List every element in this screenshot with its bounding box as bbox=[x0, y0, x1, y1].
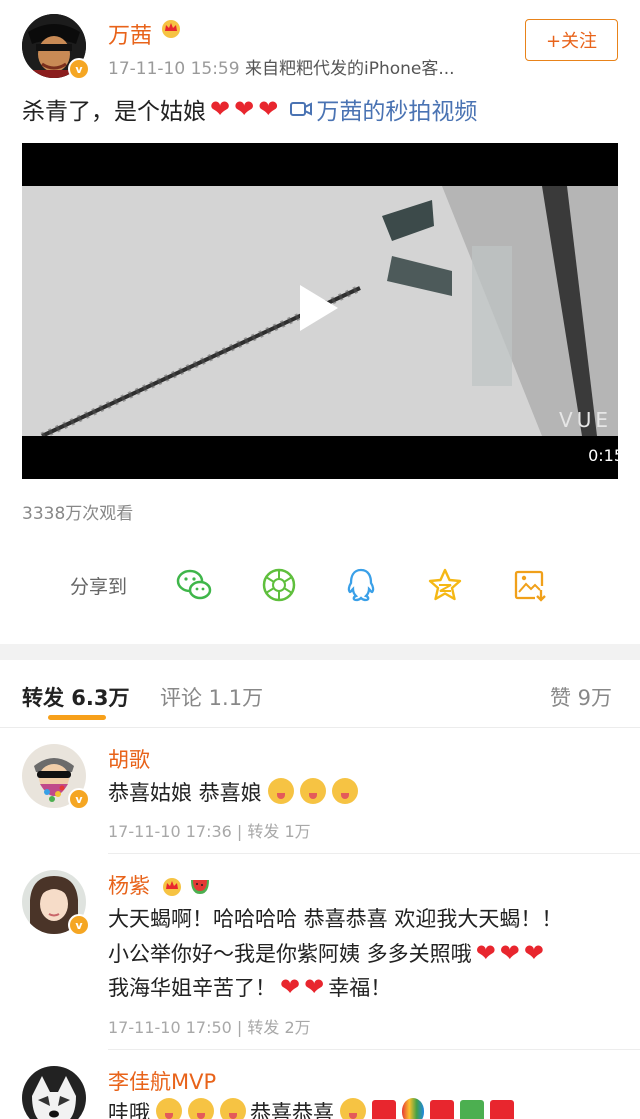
verified-badge-icon: v bbox=[68, 788, 90, 810]
gift-icon bbox=[460, 1100, 484, 1119]
user-avatar[interactable] bbox=[22, 1066, 86, 1119]
qzone-icon[interactable] bbox=[426, 566, 464, 604]
repost-author-label: 杨紫 bbox=[108, 874, 150, 898]
repost-text: 恭喜姑娘 恭喜娘 bbox=[108, 776, 358, 811]
crown-icon bbox=[162, 878, 181, 896]
qq-icon[interactable] bbox=[342, 566, 380, 604]
video-duration: 0:15 bbox=[588, 446, 624, 465]
smile-emoji-icon bbox=[188, 1098, 214, 1119]
follow-button[interactable]: +关注 bbox=[525, 19, 618, 61]
tab-reposts[interactable]: 转发 6.3万 bbox=[22, 682, 130, 712]
verified-badge-icon: v bbox=[68, 914, 90, 936]
repost-text-line: 小公举你好～我是你紫阿姨 多多关照哦 bbox=[108, 942, 472, 966]
save-image-icon[interactable] bbox=[511, 566, 549, 604]
laughing-emoji-icon bbox=[156, 1098, 182, 1119]
interaction-tabs: 转发 6.3万 评论 1.1万 赞 9万 bbox=[0, 660, 640, 728]
repost-text: 哇哦 恭喜恭喜 bbox=[108, 1096, 514, 1119]
play-icon[interactable] bbox=[300, 285, 338, 331]
repost-author-name[interactable]: 胡歌 bbox=[108, 744, 150, 774]
heart-icon: ❤ bbox=[210, 95, 231, 123]
gift-icon bbox=[430, 1100, 454, 1119]
post-timestamp: 17-11-10 15:59 bbox=[108, 59, 240, 79]
tongue-emoji-icon bbox=[267, 778, 294, 804]
gift-icon bbox=[372, 1100, 396, 1119]
repost-text-line: 恭喜姑娘 恭喜娘 bbox=[108, 781, 262, 805]
tongue-emoji-icon bbox=[299, 778, 326, 804]
tab-active-indicator bbox=[48, 715, 106, 720]
list-item[interactable]: 李佳航MVP 哇哦 恭喜恭喜 bbox=[0, 1050, 640, 1119]
video-link[interactable]: 万茜的秒拍视频 bbox=[290, 92, 477, 126]
repost-text: 我海华姐辛苦了！ ❤ ❤ 幸福！ bbox=[108, 970, 391, 1006]
list-item[interactable]: v 杨紫 大天蝎啊！哈哈哈哈 恭喜恭喜 欢迎我大天蝎！！ 小公举你好～我是你紫阿… bbox=[0, 854, 640, 1050]
balloon-icon bbox=[402, 1098, 424, 1119]
tab-likes[interactable]: 赞 9万 bbox=[550, 682, 612, 712]
video-link-label: 万茜的秒拍视频 bbox=[316, 99, 478, 125]
video-watermark: VUE bbox=[559, 408, 612, 432]
repost-meta: 17-11-10 17:50 | 转发 2万 bbox=[108, 1018, 311, 1037]
heart-icon: ❤ bbox=[234, 95, 255, 123]
author-name[interactable]: 万茜 bbox=[108, 18, 152, 50]
repost-text-line: 恭喜恭喜 bbox=[250, 1101, 334, 1119]
heart-icon: ❤ bbox=[475, 939, 496, 967]
video-player[interactable]: VUE bbox=[22, 143, 618, 479]
repost-text-line: 哇哦 bbox=[108, 1101, 150, 1119]
view-count: 3338万次观看 bbox=[22, 504, 134, 524]
wechat-icon[interactable] bbox=[175, 566, 213, 604]
repost-author-name[interactable]: 杨紫 bbox=[108, 870, 211, 900]
repost-text-line: 幸福！ bbox=[328, 976, 392, 1000]
heart-icon: ❤ bbox=[523, 939, 545, 967]
repost-text-line: 我海华姐辛苦了！ bbox=[108, 976, 276, 1000]
verified-badge-icon: v bbox=[68, 58, 90, 80]
repost-text: 小公举你好～我是你紫阿姨 多多关照哦 ❤ ❤ ❤ bbox=[108, 936, 544, 972]
watermelon-icon bbox=[191, 880, 210, 894]
section-divider bbox=[0, 644, 640, 660]
tongue-emoji-icon bbox=[331, 778, 358, 804]
heart-icon: ❤ bbox=[258, 95, 279, 123]
post-text: 杀青了，是个姑娘 ❤ ❤ ❤ 万茜的秒拍视频 bbox=[22, 92, 477, 126]
share-label: 分享到 bbox=[70, 576, 128, 598]
tongue-emoji-icon bbox=[220, 1098, 246, 1119]
heart-icon: ❤ bbox=[499, 939, 520, 967]
post-header: v 万茜 17-11-10 15:59 来自粑粑代发的iPhone客... +关… bbox=[0, 0, 640, 90]
share-bar: 分享到 bbox=[0, 560, 640, 610]
heart-icon: ❤ bbox=[304, 973, 325, 1001]
gift-icon bbox=[490, 1100, 514, 1119]
repost-text-line: 大天蝎啊！哈哈哈哈 恭喜恭喜 欢迎我大天蝎！！ bbox=[108, 907, 563, 931]
list-item[interactable]: v 胡歌 恭喜姑娘 恭喜娘 17-11-10 17:36 | 转发 1万 bbox=[0, 728, 640, 854]
moments-icon[interactable] bbox=[260, 566, 298, 604]
video-camera-icon bbox=[290, 102, 313, 116]
post-text-body: 杀青了，是个姑娘 bbox=[22, 99, 206, 125]
post-meta: 17-11-10 15:59 来自粑粑代发的iPhone客... bbox=[108, 54, 455, 79]
blush-emoji-icon bbox=[340, 1098, 366, 1119]
post-source[interactable]: 来自粑粑代发的iPhone客... bbox=[245, 59, 455, 79]
repost-meta: 17-11-10 17:36 | 转发 1万 bbox=[108, 822, 311, 841]
repost-author-name[interactable]: 李佳航MVP bbox=[108, 1066, 216, 1096]
tab-comments[interactable]: 评论 1.1万 bbox=[160, 682, 263, 712]
crown-icon bbox=[160, 18, 182, 43]
heart-icon: ❤ bbox=[280, 973, 301, 1001]
